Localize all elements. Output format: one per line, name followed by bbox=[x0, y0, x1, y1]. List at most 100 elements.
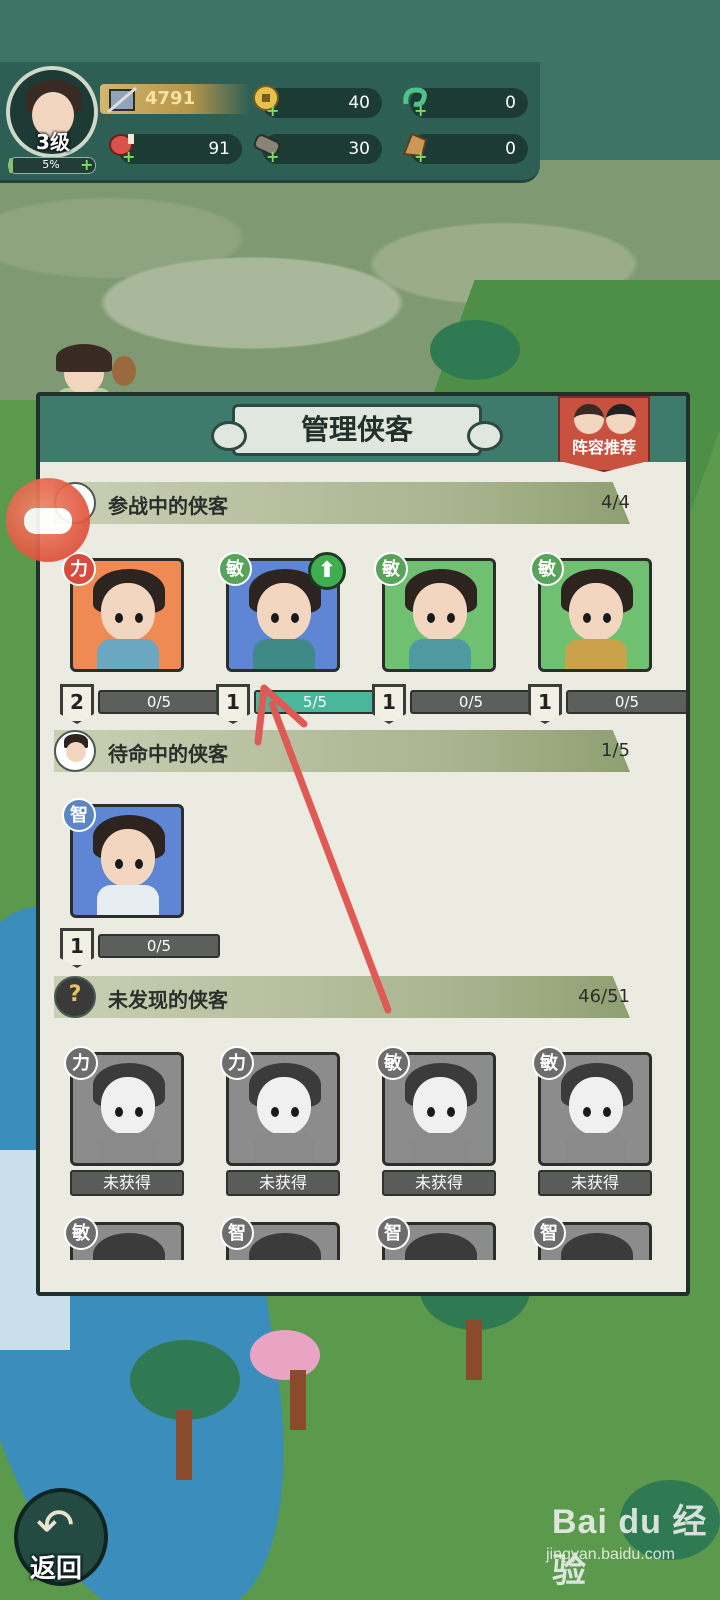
add-jade-icon[interactable]: + bbox=[414, 103, 428, 119]
hero-face bbox=[569, 583, 623, 641]
tree-trunk bbox=[176, 1410, 192, 1480]
not-obtained-label: 未获得 bbox=[382, 1170, 496, 1196]
hero-robe bbox=[409, 639, 471, 669]
coins-value: 40 bbox=[348, 93, 370, 113]
not-obtained-label: 未获得 bbox=[70, 1170, 184, 1196]
hero-face bbox=[413, 1077, 467, 1135]
fragment-progress-bar: 0/5 bbox=[566, 690, 688, 714]
hero-face bbox=[413, 583, 467, 641]
hero-eye bbox=[135, 613, 143, 623]
star-level-badge: 1 bbox=[60, 928, 94, 968]
fragment-progress-bar: 5/5 bbox=[254, 690, 376, 714]
fragment-progress-text: 0/5 bbox=[614, 693, 640, 711]
fragment-progress-bar: 0/5 bbox=[98, 934, 220, 958]
hero-eye bbox=[271, 613, 279, 623]
hero-eye bbox=[583, 1107, 591, 1117]
section-undiscovered-count: 46/51 bbox=[578, 986, 630, 1007]
hero-hair bbox=[561, 1233, 633, 1260]
back-arrow-icon: ↶ bbox=[36, 1498, 75, 1552]
attribute-badge: 力 bbox=[220, 1046, 254, 1080]
section-active-label: 参战中的侠客 bbox=[108, 494, 228, 518]
watermark-url: jingyan.baidu.com bbox=[546, 1546, 675, 1563]
hero-eye bbox=[115, 1107, 123, 1117]
gamepad-floating-button[interactable] bbox=[6, 478, 90, 562]
panel-header: 管理侠客 阵容推荐 bbox=[40, 396, 686, 472]
hero-eye bbox=[135, 1107, 143, 1117]
manage-heroes-panel: 管理侠客 阵容推荐 参战中的侠客 4/4 力 0/5 2 敏 ⬆ 5/5 1 敏 0/5 1 敏 0/… bbox=[36, 392, 690, 1296]
hero-robe bbox=[409, 1133, 471, 1163]
section-undiscovered-icon: ? bbox=[54, 976, 96, 1018]
add-exp-icon[interactable]: + bbox=[80, 157, 94, 173]
hero-robe bbox=[97, 639, 159, 669]
attribute-badge: 敏 bbox=[376, 1046, 410, 1080]
hero-robe bbox=[97, 1133, 159, 1163]
add-ore-icon[interactable]: + bbox=[414, 149, 428, 165]
wood-value: 30 bbox=[348, 139, 370, 159]
hero-eye bbox=[291, 613, 299, 623]
hero-eye bbox=[427, 613, 435, 623]
meat-value: 91 bbox=[208, 139, 230, 159]
hero-robe bbox=[253, 1133, 315, 1163]
fragment-progress-text: 5/5 bbox=[302, 693, 328, 711]
recommend-hero-icon bbox=[574, 404, 604, 434]
attribute-badge: 敏 bbox=[530, 552, 564, 586]
attribute-badge: 敏 bbox=[64, 1216, 98, 1250]
not-obtained-label: 未获得 bbox=[538, 1170, 652, 1196]
hero-face bbox=[257, 583, 311, 641]
hero-eye bbox=[115, 859, 123, 869]
player-level: 3级 bbox=[36, 130, 70, 154]
star-level-badge: 2 bbox=[60, 684, 94, 724]
section-active-count: 4/4 bbox=[601, 492, 630, 513]
hero-eye bbox=[271, 1107, 279, 1117]
fragment-progress-bar: 0/5 bbox=[98, 690, 220, 714]
star-level-badge: 1 bbox=[216, 684, 250, 724]
crossed-swords-icon bbox=[107, 86, 137, 114]
upgrade-arrow-icon[interactable]: ⬆ bbox=[308, 552, 346, 590]
section-undiscovered-label: 未发现的侠客 bbox=[108, 988, 228, 1012]
hero-eye bbox=[603, 613, 611, 623]
panel-title-plate: 管理侠客 bbox=[211, 404, 503, 456]
hero-eye bbox=[447, 613, 455, 623]
attribute-badge: 智 bbox=[62, 798, 96, 832]
fragment-progress-text: 0/5 bbox=[458, 693, 484, 711]
hero-robe bbox=[565, 1133, 627, 1163]
hero-robe bbox=[253, 639, 315, 669]
attribute-badge: 智 bbox=[376, 1216, 410, 1250]
tree bbox=[130, 1340, 240, 1420]
add-meat-icon[interactable]: + bbox=[122, 149, 136, 165]
attribute-badge: 智 bbox=[220, 1216, 254, 1250]
portrait-hair bbox=[56, 344, 112, 372]
baidu-jingyan-watermark: Bai du 经验 jingyan.baidu.com bbox=[540, 1490, 710, 1590]
gourd-icon bbox=[112, 356, 136, 386]
watermark-brand: Bai du 经验 bbox=[552, 1503, 708, 1590]
star-level-badge: 1 bbox=[528, 684, 562, 724]
attribute-badge: 敏 bbox=[532, 1046, 566, 1080]
undiscovered-partial-row: 敏智智智 bbox=[40, 1216, 686, 1260]
tree-trunk bbox=[466, 1320, 482, 1380]
add-coins-icon[interactable]: + bbox=[266, 103, 280, 119]
hero-face bbox=[101, 829, 155, 887]
add-wood-icon[interactable]: + bbox=[266, 149, 280, 165]
hero-eye bbox=[603, 1107, 611, 1117]
hero-eye bbox=[135, 859, 143, 869]
combat-power-value: 4791 bbox=[145, 88, 196, 109]
hero-robe bbox=[565, 639, 627, 669]
lineup-recommend-button[interactable]: 阵容推荐 bbox=[558, 396, 650, 472]
hero-face bbox=[101, 1077, 155, 1135]
attribute-badge: 力 bbox=[64, 1046, 98, 1080]
attribute-badge: 敏 bbox=[218, 552, 252, 586]
hero-eye bbox=[291, 1107, 299, 1117]
ore-value: 0 bbox=[505, 139, 516, 159]
fragment-progress-text: 0/5 bbox=[146, 693, 172, 711]
jade-value: 0 bbox=[505, 93, 516, 113]
hero-face bbox=[101, 583, 155, 641]
hero-face bbox=[569, 1077, 623, 1135]
hero-eye bbox=[427, 1107, 435, 1117]
attribute-badge: 智 bbox=[532, 1216, 566, 1250]
hero-face bbox=[257, 1077, 311, 1135]
hero-robe bbox=[97, 885, 159, 915]
lineup-recommend-label: 阵容推荐 bbox=[571, 438, 636, 457]
hero-eye bbox=[115, 613, 123, 623]
hero-eye bbox=[583, 613, 591, 623]
hero-hair bbox=[405, 1233, 477, 1260]
